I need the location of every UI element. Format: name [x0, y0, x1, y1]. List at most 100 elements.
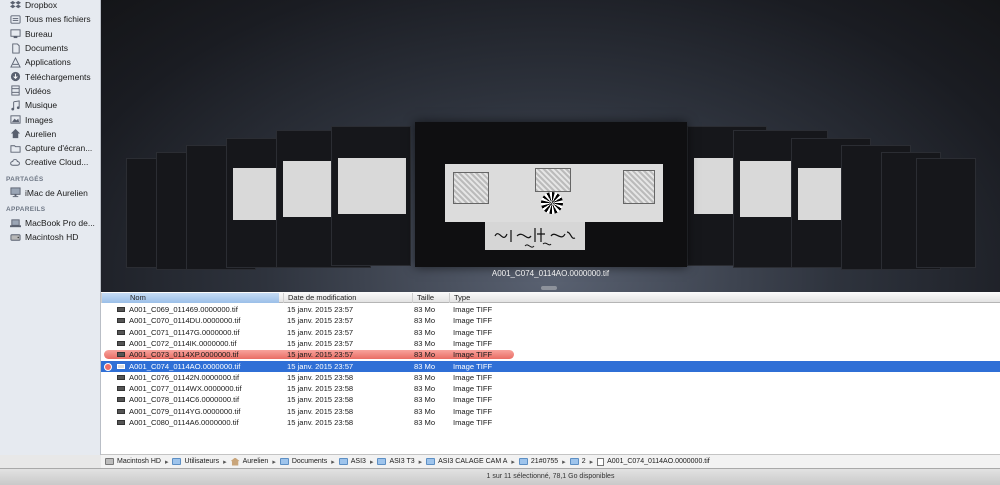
music-icon: [10, 100, 21, 111]
file-row[interactable]: A001_C074_0114AO.0000000.tif 15 janv. 201…: [101, 360, 1000, 372]
column-type[interactable]: Type: [449, 293, 511, 303]
chevron-right-icon: ▸: [164, 458, 169, 466]
file-date: 15 janv. 2015 23:57: [287, 350, 354, 360]
folder-icon: [569, 458, 579, 465]
sidebar: Dropbox Tous mes fichiers Bureau Documents A…: [0, 0, 101, 455]
file-type: Image TIFF: [453, 350, 493, 360]
file-row[interactable]: A001_C069_011469.0000000.tif 15 janv. 201…: [101, 304, 1000, 315]
file-type: Image TIFF: [453, 361, 493, 371]
folder-icon: [172, 458, 182, 465]
file-name: A001_C069_011469.0000000.tif: [129, 305, 238, 314]
file-row[interactable]: A001_C071_01147G.0000000.tif 15 janv. 201…: [101, 327, 1000, 338]
file-list[interactable]: Nom Date de modification Taille Type A00…: [101, 292, 1000, 454]
tiff-file-icon: [117, 352, 125, 358]
tiff-file-icon: [117, 374, 125, 380]
file-date: 15 janv. 2015 23:58: [287, 395, 354, 405]
chevron-right-icon: ▸: [223, 458, 227, 466]
column-name[interactable]: Nom: [101, 293, 279, 303]
folder-icon: [10, 143, 21, 154]
path-crumb[interactable]: Utilisateurs: [172, 458, 219, 465]
sidebar-item-label: Téléchargements: [25, 71, 91, 82]
sidebar-item-label: Images: [25, 114, 53, 125]
file-size: 83 Mo: [414, 350, 436, 360]
sidebar-item-applications[interactable]: Applications: [0, 55, 100, 69]
sidebar-item-pictures[interactable]: Images: [0, 112, 100, 126]
sidebar-item-creative-cloud[interactable]: Creative Cloud...: [0, 155, 100, 169]
file-row[interactable]: A001_C079_0114YG.0000000.tif 15 janv. 201…: [101, 406, 1000, 417]
file-name: A001_C078_0114C6.0000000.tif: [129, 395, 240, 405]
path-crumb[interactable]: A001_C074_0114AO.0000000.tif: [597, 457, 710, 466]
path-crumb[interactable]: Documents: [279, 458, 328, 465]
sidebar-item-label: Creative Cloud...: [25, 157, 89, 168]
path-crumb[interactable]: 2: [569, 458, 586, 465]
applications-icon: [10, 56, 21, 68]
cover-flow-thumbnail[interactable]: [331, 126, 411, 266]
folder-icon: [279, 458, 289, 465]
sidebar-item-movies[interactable]: Vidéos: [0, 84, 100, 98]
chevron-right-icon: ▸: [418, 458, 423, 466]
imac-icon: [10, 187, 21, 198]
file-date: 15 janv. 2015 23:58: [287, 372, 354, 382]
file-icon: [597, 457, 605, 466]
sidebar-item-laptop[interactable]: MacBook Pro de...: [0, 216, 100, 230]
tiff-file-icon: [117, 318, 125, 324]
chevron-right-icon: ▸: [562, 458, 566, 466]
sidebar-item-music[interactable]: Musique: [0, 98, 100, 112]
dropbox-icon: [10, 0, 21, 11]
tiff-file-icon: [117, 340, 125, 346]
sidebar-item-hard-drive[interactable]: Macintosh HD: [0, 230, 100, 244]
column-date[interactable]: Date de modification: [283, 293, 409, 303]
sidebar-item-label: Applications: [25, 57, 71, 68]
chart-paper: [445, 164, 663, 222]
sidebar-item-imac[interactable]: iMac de Aurelien: [0, 186, 100, 200]
resolution-target-left: [453, 172, 489, 204]
path-crumb[interactable]: Macintosh HD: [105, 458, 161, 465]
path-crumb-label: 21#0755: [530, 458, 559, 465]
sidebar-item-dropbox[interactable]: Dropbox: [0, 0, 100, 12]
file-row[interactable]: A001_C078_0114C6.0000000.tif 15 janv. 201…: [101, 394, 1000, 405]
home-icon: [10, 128, 21, 139]
cover-flow-thumbnail[interactable]: [916, 158, 976, 268]
chevron-right-icon: ▸: [272, 458, 276, 466]
file-date: 15 janv. 2015 23:57: [287, 327, 354, 337]
file-row[interactable]: A001_C076_01142N.0000000.tif 15 janv. 201…: [101, 372, 1000, 383]
file-size: 83 Mo: [414, 406, 436, 416]
cover-flow-caption: A001_C074_0114AO.0000000.tif: [491, 269, 610, 278]
file-row[interactable]: A001_C073_0114XP.0000000.tif 15 janv. 201…: [101, 349, 1000, 360]
tiff-file-icon: [117, 363, 125, 369]
file-size: 83 Mo: [414, 384, 436, 394]
column-size[interactable]: Taille: [412, 293, 448, 303]
sidebar-item-label: Bureau: [25, 28, 53, 39]
file-row[interactable]: A001_C072_0114IK.0000000.tif 15 janv. 201…: [101, 338, 1000, 349]
sidebar-item-documents[interactable]: Documents: [0, 41, 100, 55]
devices-list: MacBook Pro de... Macintosh HD: [0, 216, 100, 245]
file-type: Image TIFF: [453, 418, 493, 427]
path-crumb[interactable]: ASI3 CALAGE CAM A: [426, 458, 507, 465]
sidebar-item-folder[interactable]: Capture d'écran...: [0, 141, 100, 155]
sidebar-item-all-files[interactable]: Tous mes fichiers: [0, 12, 100, 26]
sidebar-item-downloads[interactable]: Téléchargements: [0, 69, 100, 83]
path-crumb-label: Documents: [291, 458, 328, 465]
path-crumb[interactable]: ASI3: [338, 458, 366, 465]
status-bar: 1 sur 11 sélectionné, 78,1 Go disponible…: [0, 468, 1000, 485]
creative-cloud-icon: [10, 157, 21, 168]
file-row[interactable]: A001_C070_0114DU.0000000.tif 15 janv. 201…: [101, 315, 1000, 326]
file-row[interactable]: A001_C080_0114A6.0000000.tif 15 janv. 201…: [101, 417, 1000, 428]
path-crumb[interactable]: ASI3 T3: [377, 458, 415, 465]
cover-flow-preview[interactable]: A001_C074_0114AO.0000000.tif: [101, 0, 1000, 292]
file-row[interactable]: A001_C077_0114WX.0000000.tif 15 janv. 201…: [101, 383, 1000, 394]
file-name: A001_C071_01147G.0000000.tif: [129, 327, 240, 337]
cover-flow-selected-thumbnail[interactable]: [415, 122, 687, 267]
cover-flow-scroller[interactable]: [541, 286, 557, 290]
red-tag-icon: [104, 362, 112, 371]
column-header: Nom Date de modification Taille Type: [101, 292, 1000, 303]
path-crumb[interactable]: 21#0755: [518, 458, 559, 465]
sidebar-item-desktop[interactable]: Bureau: [0, 27, 100, 41]
file-name: A001_C072_0114IK.0000000.tif: [129, 338, 237, 348]
favorites-list: Dropbox Tous mes fichiers Bureau Documents A…: [0, 0, 100, 170]
path-crumb[interactable]: Aurelien: [230, 457, 268, 466]
siemens-star: [541, 192, 563, 214]
file-date: 15 janv. 2015 23:57: [287, 338, 354, 348]
file-type: Image TIFF: [453, 305, 493, 314]
sidebar-item-home[interactable]: Aurelien: [0, 127, 100, 141]
